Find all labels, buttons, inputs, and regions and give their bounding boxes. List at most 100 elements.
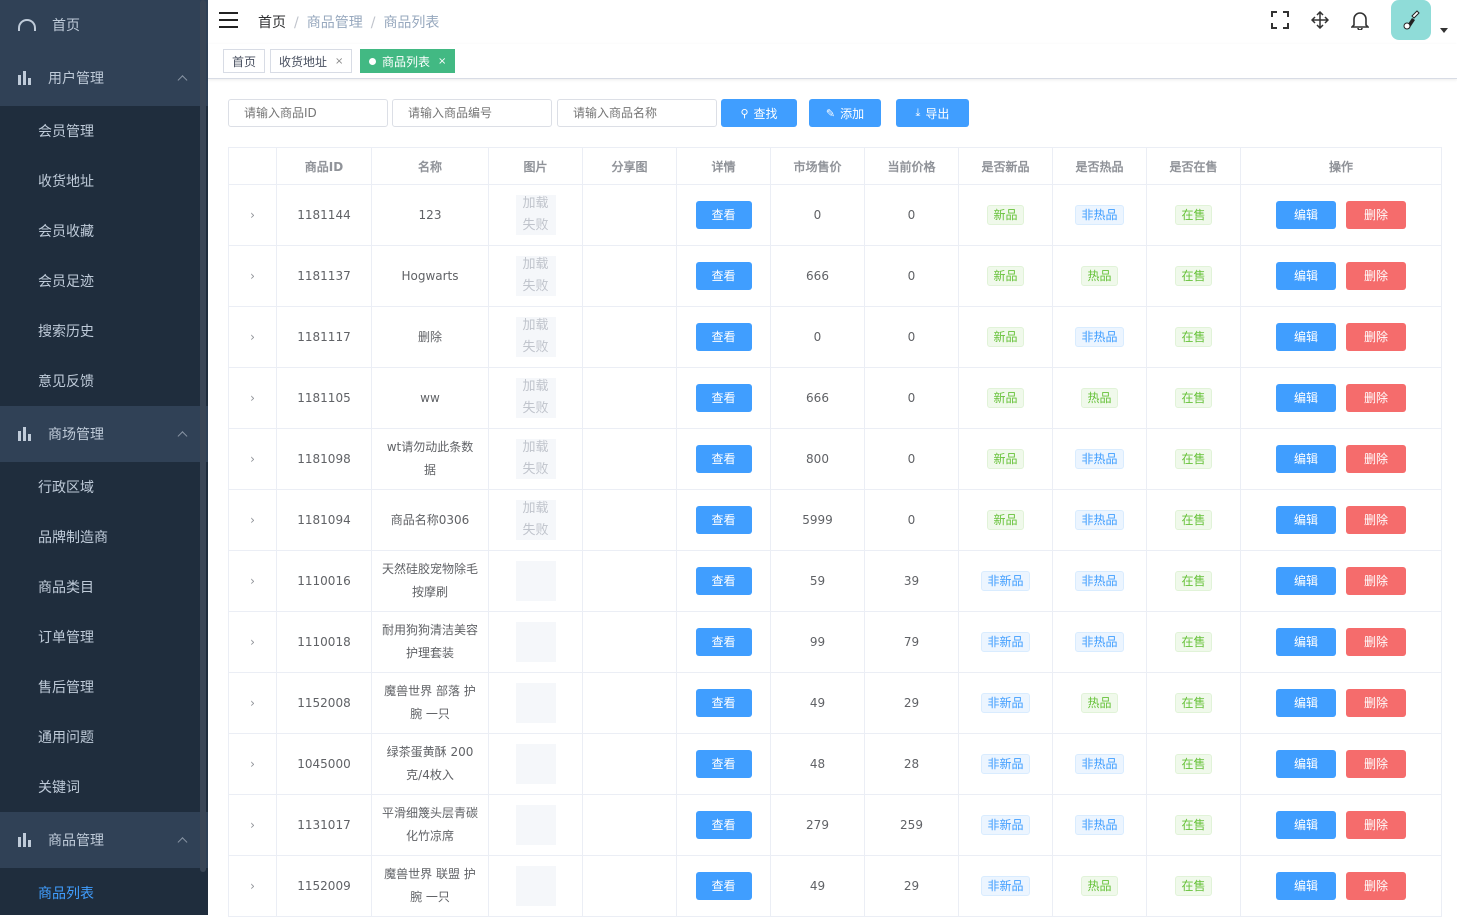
goods-sn-input[interactable]: [392, 99, 552, 127]
caret-down-icon[interactable]: [1440, 28, 1448, 33]
delete-button[interactable]: 删除: [1346, 628, 1406, 656]
sidebar-item-goods-list[interactable]: 商品列表: [0, 868, 208, 915]
expand-cell[interactable]: ›: [228, 672, 277, 734]
edit-button[interactable]: 编辑: [1276, 750, 1336, 778]
chevron-right-icon[interactable]: ›: [250, 330, 255, 344]
edit-button[interactable]: 编辑: [1276, 567, 1336, 595]
view-detail-button[interactable]: 查看: [695, 811, 752, 839]
breadcrumb-goods[interactable]: 商品管理: [307, 15, 363, 31]
sidebar-item-collect[interactable]: 会员收藏: [0, 206, 208, 256]
view-detail-button[interactable]: 查看: [695, 872, 752, 900]
chevron-right-icon[interactable]: ›: [250, 391, 255, 405]
sidebar-item-category[interactable]: 商品类目: [0, 562, 208, 612]
expand-cell[interactable]: ›: [228, 489, 277, 551]
goods-id: 1110018: [276, 611, 372, 673]
bell-icon[interactable]: [1349, 9, 1371, 31]
tag-goods-list[interactable]: 商品列表 ×: [360, 49, 456, 73]
delete-button[interactable]: 删除: [1346, 567, 1406, 595]
edit-button[interactable]: 编辑: [1276, 506, 1336, 534]
search-button[interactable]: ⚲ 查找: [721, 99, 797, 127]
chevron-right-icon[interactable]: ›: [250, 696, 255, 710]
sidebar-scrollbar[interactable]: [200, 0, 206, 872]
chevron-right-icon[interactable]: ›: [250, 574, 255, 588]
edit-button[interactable]: 编辑: [1276, 628, 1336, 656]
chevron-right-icon[interactable]: ›: [250, 269, 255, 283]
move-icon[interactable]: [1309, 9, 1331, 31]
sidebar-item-issue[interactable]: 通用问题: [0, 712, 208, 762]
sidebar-item-home[interactable]: 首页: [0, 0, 208, 50]
tag-home[interactable]: 首页: [223, 49, 266, 73]
delete-button[interactable]: 删除: [1346, 323, 1406, 351]
view-detail-button[interactable]: 查看: [695, 628, 752, 656]
expand-cell[interactable]: ›: [228, 184, 277, 246]
sidebar-item-history[interactable]: 搜索历史: [0, 306, 208, 356]
edit-button[interactable]: 编辑: [1276, 872, 1336, 900]
chevron-right-icon[interactable]: ›: [250, 879, 255, 893]
sidebar-item-feedback[interactable]: 意见反馈: [0, 356, 208, 406]
goods-name-input[interactable]: [557, 99, 717, 127]
edit-button[interactable]: 编辑: [1276, 262, 1336, 290]
delete-button[interactable]: 删除: [1346, 689, 1406, 717]
hamburger-icon[interactable]: [219, 12, 238, 28]
expand-cell[interactable]: ›: [228, 794, 277, 856]
sidebar-item-order[interactable]: 订单管理: [0, 612, 208, 662]
sidebar-item-address[interactable]: 收货地址: [0, 156, 208, 206]
sidebar-group-mall[interactable]: 商场管理: [0, 406, 208, 462]
view-detail-button[interactable]: 查看: [695, 689, 752, 717]
export-button[interactable]: ⤓ 导出: [896, 99, 969, 127]
delete-button[interactable]: 删除: [1346, 750, 1406, 778]
edit-button[interactable]: 编辑: [1276, 689, 1336, 717]
avatar[interactable]: [1391, 0, 1431, 40]
edit-button[interactable]: 编辑: [1276, 445, 1336, 473]
delete-button[interactable]: 删除: [1346, 262, 1406, 290]
sidebar-item-footprint[interactable]: 会员足迹: [0, 256, 208, 306]
view-detail-button[interactable]: 查看: [695, 384, 752, 412]
view-detail-button[interactable]: 查看: [695, 506, 752, 534]
chevron-right-icon[interactable]: ›: [250, 452, 255, 466]
sidebar-item-aftersale[interactable]: 售后管理: [0, 662, 208, 712]
sidebar-group-goods[interactable]: 商品管理: [0, 812, 208, 868]
sidebar-item-region[interactable]: 行政区域: [0, 462, 208, 512]
view-detail-button[interactable]: 查看: [695, 750, 752, 778]
edit-button[interactable]: 编辑: [1276, 323, 1336, 351]
view-detail-button[interactable]: 查看: [695, 445, 752, 473]
close-icon[interactable]: ×: [438, 56, 446, 67]
sidebar-item-keyword[interactable]: 关键词: [0, 762, 208, 812]
edit-button[interactable]: 编辑: [1276, 811, 1336, 839]
delete-button[interactable]: 删除: [1346, 445, 1406, 473]
expand-cell[interactable]: ›: [228, 245, 277, 307]
chevron-right-icon[interactable]: ›: [250, 208, 255, 222]
expand-cell[interactable]: ›: [228, 855, 277, 917]
sidebar-group-user[interactable]: 用户管理: [0, 50, 208, 106]
fullscreen-icon[interactable]: [1269, 9, 1291, 31]
expand-cell[interactable]: ›: [228, 367, 277, 429]
market-price: 279: [770, 794, 865, 856]
tag-address[interactable]: 收货地址 ×: [270, 49, 353, 73]
goods-id-input[interactable]: [228, 99, 388, 127]
view-detail-button[interactable]: 查看: [695, 567, 752, 595]
edit-button[interactable]: 编辑: [1276, 201, 1336, 229]
delete-button[interactable]: 删除: [1346, 872, 1406, 900]
chevron-right-icon[interactable]: ›: [250, 635, 255, 649]
view-detail-button[interactable]: 查看: [695, 201, 752, 229]
close-icon[interactable]: ×: [335, 56, 343, 67]
chevron-right-icon[interactable]: ›: [250, 818, 255, 832]
edit-button[interactable]: 编辑: [1276, 384, 1336, 412]
delete-button[interactable]: 删除: [1346, 201, 1406, 229]
delete-button[interactable]: 删除: [1346, 811, 1406, 839]
view-detail-button[interactable]: 查看: [695, 323, 752, 351]
view-detail-button[interactable]: 查看: [695, 262, 752, 290]
expand-cell[interactable]: ›: [228, 733, 277, 795]
expand-cell[interactable]: ›: [228, 550, 277, 612]
expand-cell[interactable]: ›: [228, 611, 277, 673]
sidebar-item-member[interactable]: 会员管理: [0, 106, 208, 156]
chevron-right-icon[interactable]: ›: [250, 513, 255, 527]
expand-cell[interactable]: ›: [228, 428, 277, 490]
breadcrumb-home[interactable]: 首页: [258, 15, 286, 31]
expand-cell[interactable]: ›: [228, 306, 277, 368]
chevron-right-icon[interactable]: ›: [250, 757, 255, 771]
add-button[interactable]: ✎ 添加: [809, 99, 881, 127]
sidebar-item-brand[interactable]: 品牌制造商: [0, 512, 208, 562]
delete-button[interactable]: 删除: [1346, 384, 1406, 412]
delete-button[interactable]: 删除: [1346, 506, 1406, 534]
